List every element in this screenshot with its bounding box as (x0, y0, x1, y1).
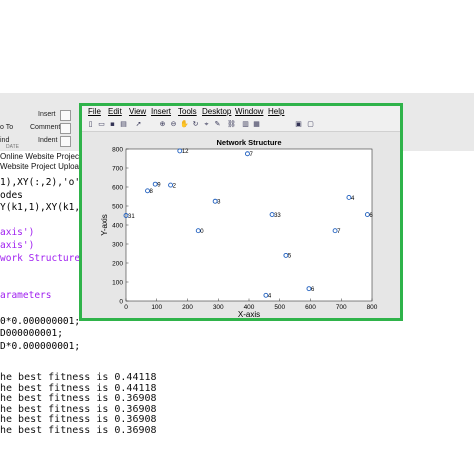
menu-window[interactable]: Window (235, 107, 263, 116)
code-line[interactable]: axis') (0, 240, 34, 252)
ribbon-goto-button[interactable]: o To (0, 124, 13, 131)
point-label: 6 (369, 213, 373, 219)
menu-desktop[interactable]: Desktop (202, 107, 231, 116)
show-plot-tools-icon[interactable]: ▢ (306, 120, 315, 129)
command-output-line: he best fitness is 0.36908 (0, 414, 157, 425)
code-line[interactable]: D*0.000000001; (0, 341, 80, 353)
scatter-chart[interactable]: Network Structure X-axis Y-axis 0 100 200 3… (82, 132, 400, 318)
figure-toolbar: ▯ ▭ ▪ ▤ ➚ ⊕ ⊖ ✋ ↻ ⌖ ✎ ⛓ ▥ ▦ ▣ ▢ (82, 118, 400, 132)
y-tick-label: 700 (112, 165, 123, 172)
chart-title: Network Structure (216, 138, 281, 147)
y-tick-label: 400 (112, 222, 123, 229)
code-line[interactable]: odes (0, 190, 23, 202)
y-tick-label: 600 (112, 184, 123, 191)
point-label: 31 (128, 214, 135, 220)
y-tick-label: 800 (112, 146, 123, 153)
legend-icon[interactable]: ▦ (252, 120, 261, 129)
code-line[interactable]: 0*0.000000001; (0, 316, 80, 328)
figure-window[interactable]: File Edit View Insert Tools Desktop Wind… (79, 103, 403, 321)
menu-insert[interactable]: Insert (151, 107, 171, 116)
y-tick-label: 0 (119, 298, 123, 305)
figure-menubar: File Edit View Insert Tools Desktop Wind… (82, 106, 400, 118)
hide-plot-tools-icon[interactable]: ▣ (294, 120, 303, 129)
y-tick-label: 500 (112, 203, 123, 210)
comment-icon[interactable] (60, 123, 71, 134)
zoom-in-icon[interactable]: ⊕ (158, 120, 167, 129)
point-label: 33 (274, 213, 281, 219)
x-tick-label: 200 (182, 304, 193, 311)
x-tick-label: 400 (244, 304, 255, 311)
data-cursor-icon[interactable]: ⌖ (202, 120, 211, 129)
pan-hand-icon[interactable]: ✋ (180, 120, 189, 129)
x-tick-label: 100 (151, 304, 162, 311)
command-output-line: he best fitness is 0.44118 (0, 382, 157, 394)
y-tick-label: 200 (112, 260, 123, 267)
indent-icon[interactable] (60, 136, 71, 147)
command-window[interactable]: he best fitness is 0.44118 he best fitnes… (0, 372, 474, 474)
link-icon[interactable]: ⛓ (227, 120, 236, 129)
code-line[interactable]: work Structure (0, 253, 80, 265)
x-tick-label: 800 (367, 304, 378, 311)
ribbon-insert-button[interactable]: Insert (38, 111, 56, 118)
brush-icon[interactable]: ✎ (213, 120, 222, 129)
colorbar-icon[interactable]: ▥ (241, 120, 250, 129)
menu-file[interactable]: File (88, 107, 101, 116)
command-output-line: he best fitness is 0.44118 (0, 372, 157, 383)
code-line[interactable]: arameters (0, 290, 51, 302)
command-output-line: he best fitness is 0.36908 (0, 393, 157, 404)
code-line[interactable]: Y(k1,1),XY(k1, (0, 202, 80, 214)
ribbon-section-label: DATE (6, 144, 19, 150)
zoom-out-icon[interactable]: ⊖ (169, 120, 178, 129)
menu-help[interactable]: Help (268, 107, 284, 116)
ribbon-find-button[interactable]: ind (0, 137, 9, 144)
ribbon-comment-button[interactable]: Comment (30, 124, 60, 131)
rotate-icon[interactable]: ↻ (191, 120, 200, 129)
code-line[interactable]: 1),XY(:,2),'o' (0, 177, 80, 189)
code-line[interactable]: axis') (0, 227, 34, 239)
code-line[interactable]: D000000001; (0, 328, 63, 340)
axes-box (125, 148, 373, 302)
x-tick-label: 500 (274, 304, 285, 311)
insert-icon[interactable] (60, 110, 71, 121)
print-icon[interactable]: ▤ (119, 120, 128, 129)
point-label: 12 (182, 149, 189, 155)
y-tick-label: 100 (112, 279, 123, 286)
open-folder-icon[interactable]: ▭ (97, 120, 106, 129)
x-tick-label: 0 (124, 304, 128, 311)
arrow-pointer-icon[interactable]: ➚ (134, 120, 143, 129)
menu-tools[interactable]: Tools (178, 107, 197, 116)
save-icon[interactable]: ▪ (108, 120, 117, 129)
x-tick-label: 700 (336, 304, 347, 311)
y-tick-label: 300 (112, 241, 123, 248)
x-axis-label: X-axis (238, 310, 260, 318)
ribbon-indent-button[interactable]: Indent (38, 137, 57, 144)
new-file-icon[interactable]: ▯ (86, 120, 95, 129)
menu-edit[interactable]: Edit (108, 107, 122, 116)
menu-view[interactable]: View (129, 107, 146, 116)
x-tick-label: 600 (305, 304, 316, 311)
command-output-line: he best fitness is 0.36908 (0, 424, 157, 436)
y-axis-label: Y-axis (100, 214, 109, 236)
x-tick-label: 300 (213, 304, 224, 311)
plot-area: Network Structure X-axis Y-axis 0 100 200 3… (82, 132, 400, 318)
command-output-line: he best fitness is 0.36908 (0, 403, 157, 415)
